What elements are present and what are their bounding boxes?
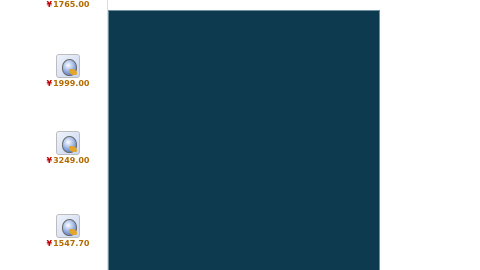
listing-card[interactable]: ¥1999.00: [32, 53, 104, 89]
listing-column: ¥1765.00 ¥1999.00 ¥3249.00 ¥1547.70: [0, 0, 107, 270]
listing-price-value: 1547.70: [53, 239, 90, 248]
item-thumbnail-icon[interactable]: [56, 214, 80, 238]
yuan-icon: ¥: [46, 156, 53, 165]
listing-price-value: 1765.00: [53, 0, 90, 9]
bird-icon: [69, 229, 77, 235]
listing-price-value: 3249.00: [53, 156, 90, 165]
listing-price: ¥3249.00: [32, 156, 104, 166]
yuan-icon: ¥: [46, 79, 53, 88]
item-thumbnail-icon[interactable]: [56, 131, 80, 155]
listing-card[interactable]: ¥1547.70: [32, 213, 104, 249]
listing-price: ¥1547.70: [32, 239, 104, 249]
listing-price-value: 1999.00: [53, 79, 90, 88]
item-detail-tooltip: [108, 10, 380, 270]
listing-card[interactable]: ¥1765.00: [32, 0, 104, 10]
bird-icon: [69, 69, 77, 75]
page: ¥1765.00 ¥1999.00 ¥3249.00 ¥1547.70: [0, 0, 480, 270]
yuan-icon: ¥: [46, 0, 53, 9]
listing-card[interactable]: ¥3249.00: [32, 130, 104, 166]
bird-icon: [69, 146, 77, 152]
yuan-icon: ¥: [46, 239, 53, 248]
listing-price: ¥1765.00: [32, 0, 104, 10]
listing-price: ¥1999.00: [32, 79, 104, 89]
item-thumbnail-icon[interactable]: [56, 54, 80, 78]
right-blank-area: [381, 0, 480, 270]
